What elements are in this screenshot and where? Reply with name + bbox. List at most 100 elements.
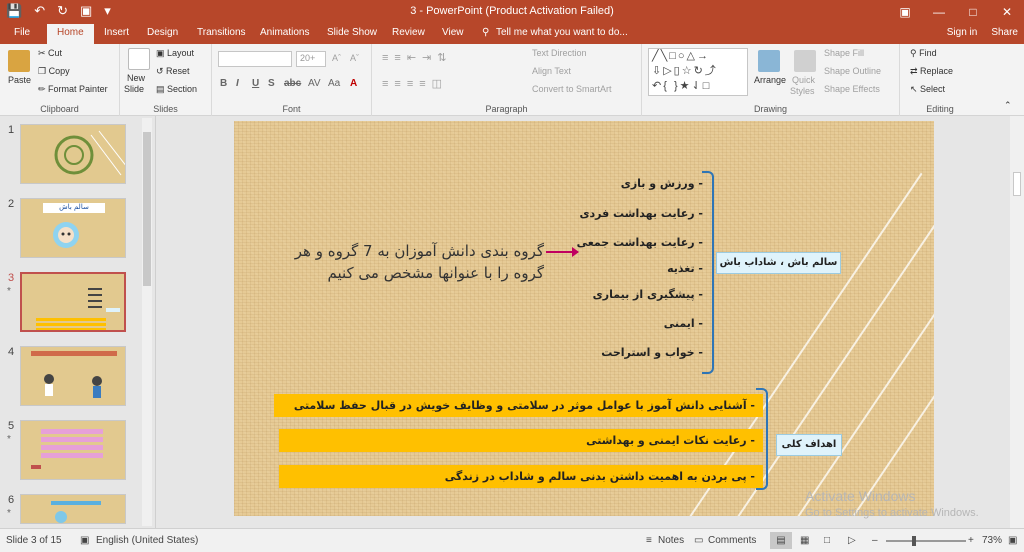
shape-fill-button[interactable]: Shape Fill xyxy=(824,48,864,58)
goals-label-box[interactable]: اهداف کلی xyxy=(776,434,842,456)
slide-sorter-icon[interactable]: ▦ xyxy=(800,535,809,546)
align-text-button[interactable]: Align Text xyxy=(532,66,571,76)
tell-me-box[interactable]: Tell me what you want to do... xyxy=(496,27,628,38)
language-icon[interactable]: ▣ xyxy=(80,535,89,546)
shadow-icon[interactable]: S xyxy=(268,78,275,89)
new-slide-button-2[interactable]: Slide xyxy=(124,84,144,94)
slide-thumbnail-3[interactable] xyxy=(20,272,126,332)
tab-design[interactable]: Design xyxy=(147,27,178,38)
instruction-text[interactable]: گروه بندی دانش آموزان به 7 گروه و هر گرو… xyxy=(268,240,544,284)
slide-thumbnail-6[interactable] xyxy=(20,494,126,524)
zoom-in-icon[interactable]: + xyxy=(968,535,974,546)
paste-button[interactable]: Paste xyxy=(8,75,31,85)
slideshow-view-icon[interactable]: ▷ xyxy=(848,535,856,546)
format-painter-button[interactable]: ✏ Format Painter xyxy=(38,84,108,95)
close-button[interactable]: ✕ xyxy=(990,0,1024,24)
bullet-item[interactable]: - پیشگیری از بیماری xyxy=(593,288,703,301)
copy-button[interactable]: ❐ Copy xyxy=(38,66,70,77)
shape-effects-button[interactable]: Shape Effects xyxy=(824,84,880,94)
slide-thumbnail-4[interactable] xyxy=(20,346,126,406)
new-slide-button[interactable]: New xyxy=(127,73,145,83)
convert-smartart-button[interactable]: Convert to SmartArt xyxy=(532,84,612,94)
bullet-item[interactable]: - خواب و استراحت xyxy=(601,346,703,359)
fit-to-window-icon[interactable]: ▣ xyxy=(1008,535,1017,546)
bullet-item[interactable]: - رعایت بهداشت جمعی xyxy=(577,236,703,249)
goal-item[interactable]: - آشنایی دانش آموز با عوامل موثر در سلام… xyxy=(274,394,763,417)
goal-item[interactable]: - رعایت نکات ایمنی و بهداشتی xyxy=(279,429,763,452)
find-button[interactable]: ⚲ Find xyxy=(910,48,937,59)
zoom-slider[interactable] xyxy=(886,540,966,542)
comments-icon[interactable]: ▭ xyxy=(694,535,703,546)
comments-button[interactable]: Comments xyxy=(708,535,756,546)
slide-thumbnail-1[interactable] xyxy=(20,124,126,184)
tab-file[interactable]: File xyxy=(14,27,30,38)
editing-label: Editing xyxy=(926,104,954,114)
shape-outline-button[interactable]: Shape Outline xyxy=(824,66,881,76)
spacing-icon[interactable]: AV xyxy=(308,78,321,89)
tab-animations[interactable]: Animations xyxy=(260,27,309,38)
ribbon-tabs: File Home Insert Design Transitions Anim… xyxy=(0,24,1024,44)
bullet-item[interactable]: - ورزش و بازی xyxy=(621,177,703,190)
sign-in-link[interactable]: Sign in xyxy=(947,27,978,38)
collapse-ribbon-icon[interactable]: ⌃ xyxy=(1004,100,1012,111)
notes-button[interactable]: Notes xyxy=(658,535,684,546)
case-icon[interactable]: Aa xyxy=(328,78,340,89)
grow-font-icon[interactable]: Aˆ xyxy=(332,53,341,63)
bullet-item[interactable]: - ایمنی xyxy=(664,317,703,330)
replace-button[interactable]: ⇄ Replace xyxy=(910,66,953,77)
list-icons[interactable]: ≡≡⇤⇥⇅ xyxy=(382,51,453,64)
normal-view-icon[interactable]: ▤ xyxy=(770,532,792,549)
goal-item[interactable]: - پی بردن به اهمیت داشتن بدنی سالم و شاد… xyxy=(279,465,763,488)
share-button[interactable]: Share xyxy=(991,27,1018,38)
tab-slide-show[interactable]: Slide Show xyxy=(327,27,377,38)
thumb-caption: سالم باش xyxy=(43,203,105,213)
zoom-slider-thumb[interactable] xyxy=(912,536,916,546)
maximize-button[interactable]: □ xyxy=(956,0,990,24)
tab-view[interactable]: View xyxy=(442,27,464,38)
slide-thumbnail-2[interactable]: سالم باش xyxy=(20,198,126,258)
notes-icon[interactable]: ≡ xyxy=(646,535,652,546)
bullet-item[interactable]: - تغذیه xyxy=(667,262,703,275)
language-indicator[interactable]: English (United States) xyxy=(96,535,198,546)
quick-styles-button-2[interactable]: Styles xyxy=(790,86,815,96)
bold-icon[interactable]: B xyxy=(220,78,227,89)
font-color-icon[interactable]: A xyxy=(350,78,357,89)
thumb-number: 6 xyxy=(8,494,15,506)
slide-thumbnail-5[interactable] xyxy=(20,420,126,480)
tab-review[interactable]: Review xyxy=(392,27,425,38)
select-button[interactable]: ↖ Select xyxy=(910,84,945,95)
shapes-gallery[interactable]: ╱╲□○△→ ⇩▷▯☆↻⤴ ↶{ }★⇃□ xyxy=(648,48,748,96)
thumbnail-scroll-thumb[interactable] xyxy=(143,132,151,286)
section-button[interactable]: ▤ Section xyxy=(156,84,197,95)
shrink-font-icon[interactable]: Aˇ xyxy=(350,53,359,63)
tab-transitions[interactable]: Transitions xyxy=(197,27,246,38)
strikethrough-icon[interactable]: abc xyxy=(284,78,301,89)
editor-scroll-thumb[interactable] xyxy=(1013,172,1021,196)
reading-view-icon[interactable]: □ xyxy=(824,535,830,546)
reset-button[interactable]: ↺ Reset xyxy=(156,66,190,77)
editor-scrollbar[interactable] xyxy=(1010,116,1024,528)
arrange-button[interactable]: Arrange xyxy=(754,75,786,85)
zoom-out-icon[interactable]: – xyxy=(872,535,878,546)
group-label-box[interactable]: سالم باش ، شاداب باش xyxy=(716,252,841,274)
ribbon-display-icon[interactable]: ▣ xyxy=(888,0,922,24)
paste-icon xyxy=(8,50,30,72)
align-icons[interactable]: ≡≡≡≡◫ xyxy=(382,77,448,90)
zoom-level[interactable]: 73% xyxy=(982,535,1002,546)
italic-icon[interactable]: I xyxy=(236,78,239,89)
thumbnail-scrollbar[interactable] xyxy=(142,118,152,526)
minimize-button[interactable]: — xyxy=(922,0,956,24)
decor-line xyxy=(794,172,934,516)
underline-icon[interactable]: U xyxy=(252,78,259,89)
font-size-input[interactable]: 20+ xyxy=(296,51,326,67)
tab-insert[interactable]: Insert xyxy=(104,27,129,38)
text-direction-button[interactable]: Text Direction xyxy=(532,48,587,58)
cut-button[interactable]: ✂ Cut xyxy=(38,48,62,59)
font-name-input[interactable] xyxy=(218,51,292,67)
quick-styles-button[interactable]: Quick xyxy=(792,75,815,85)
tab-home[interactable]: Home xyxy=(47,24,94,44)
tell-me-icon[interactable]: ⚲ xyxy=(482,27,489,38)
layout-button[interactable]: ▣ Layout xyxy=(156,48,194,59)
bullet-item[interactable]: - رعایت بهداشت فردی xyxy=(579,207,703,220)
slide-canvas[interactable] xyxy=(234,121,934,516)
